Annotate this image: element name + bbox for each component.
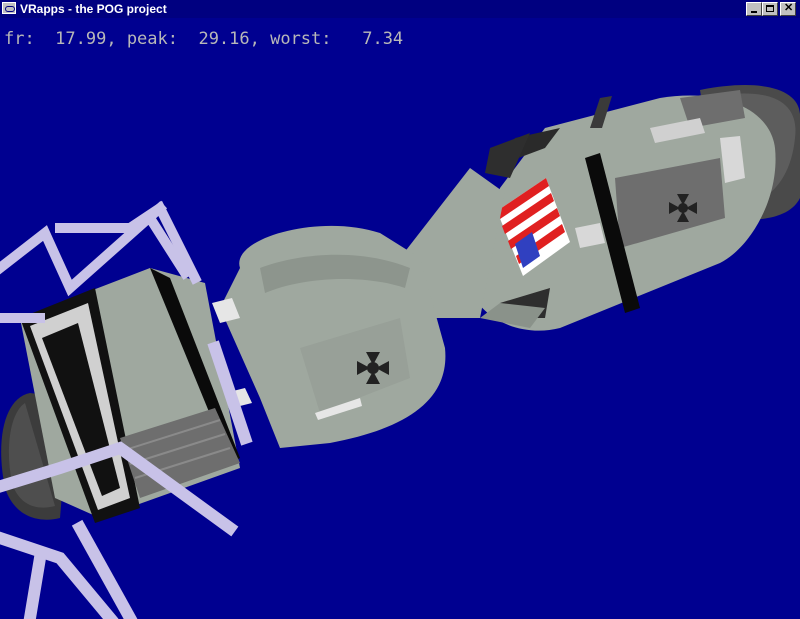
app-window: VRapps - the POG project ✕ fr: 17.99, pe… <box>0 0 800 619</box>
maximize-icon <box>766 5 774 12</box>
close-button[interactable]: ✕ <box>780 2 796 16</box>
minimize-button[interactable] <box>746 2 762 16</box>
vrapps-app-icon[interactable] <box>2 2 16 14</box>
window-title: VRapps - the POG project <box>20 2 167 16</box>
spacecraft-scene <box>0 85 800 619</box>
title-bar[interactable]: VRapps - the POG project ✕ <box>0 0 800 18</box>
close-icon: ✕ <box>784 2 794 14</box>
maximize-button[interactable] <box>762 2 778 16</box>
frame-rate-readout: fr: 17.99, peak: 29.16, worst: 7.34 <box>4 29 404 49</box>
lunar-module-body <box>20 268 240 523</box>
minimize-icon <box>751 11 757 13</box>
command-module <box>212 225 446 448</box>
3d-viewport[interactable]: fr: 17.99, peak: 29.16, worst: 7.34 <box>0 18 800 619</box>
